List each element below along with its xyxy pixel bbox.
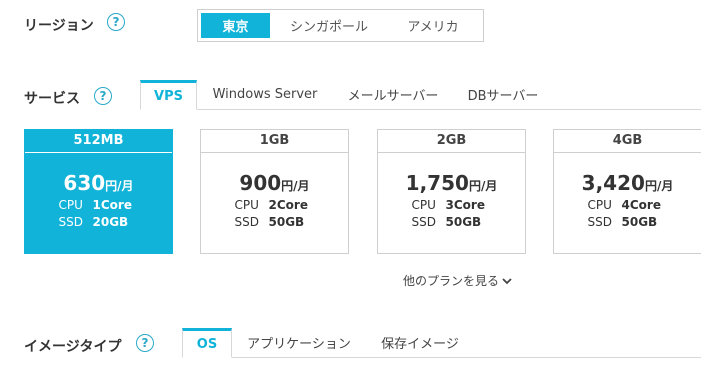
plan-price: 900円/月 <box>201 171 348 195</box>
cpu-label: CPU <box>234 198 259 212</box>
plan-cpu: CPU 1Core <box>25 198 172 212</box>
more-plans-label: 他のプランを見る <box>403 274 500 288</box>
plan-cpu: CPU 3Core <box>378 198 525 212</box>
tab-os[interactable]: OS <box>182 328 232 358</box>
plan-price: 1,750円/月 <box>378 171 525 195</box>
tab-windows-server[interactable]: Windows Server <box>197 79 333 109</box>
image-type-tabs: OS アプリケーション 保存イメージ <box>182 327 701 358</box>
ssd-value: 20GB <box>92 215 129 229</box>
cpu-value: 2Core <box>268 198 308 212</box>
chevron-down-icon <box>502 277 512 284</box>
cpu-value: 1Core <box>92 198 132 212</box>
plan-name: 1GB <box>201 130 348 153</box>
plan-price: 3,420円/月 <box>554 171 701 195</box>
plan-card-2gb[interactable]: 2GB 1,750円/月 CPU 3Core SSD 50GB <box>377 129 526 254</box>
image-type-help-icon[interactable]: ? <box>136 334 154 352</box>
plan-ssd: SSD 50GB <box>554 215 701 229</box>
ssd-value: 50GB <box>445 215 482 229</box>
plan-card-1gb[interactable]: 1GB 900円/月 CPU 2Core SSD 50GB <box>200 129 349 254</box>
ssd-value: 50GB <box>268 215 305 229</box>
region-option-singapore[interactable]: シンガポール <box>270 13 388 38</box>
plan-ssd: SSD 50GB <box>378 215 525 229</box>
region-help-icon[interactable]: ? <box>107 13 125 31</box>
plan-price-unit: 円/月 <box>644 179 674 193</box>
plan-card-512mb[interactable]: 512MB 630円/月 CPU 1Core SSD 20GB <box>24 129 173 254</box>
tab-vps[interactable]: VPS <box>140 80 197 110</box>
tab-saved-image[interactable]: 保存イメージ <box>366 327 474 357</box>
cpu-label: CPU <box>58 198 83 212</box>
region-option-tokyo[interactable]: 東京 <box>201 13 270 38</box>
plan-cpu: CPU 2Core <box>201 198 348 212</box>
cpu-value: 3Core <box>445 198 485 212</box>
plan-price-value: 630 <box>63 171 106 195</box>
ssd-label: SSD <box>411 215 436 229</box>
plan-price-unit: 円/月 <box>468 179 498 193</box>
service-tabs: VPS Windows Server メールサーバー DBサーバー <box>140 79 701 110</box>
region-selector: 東京 シンガポール アメリカ <box>197 9 484 42</box>
region-option-america[interactable]: アメリカ <box>388 13 478 38</box>
tab-db-server[interactable]: DBサーバー <box>453 79 553 109</box>
cpu-label: CPU <box>411 198 436 212</box>
cpu-label: CPU <box>587 198 612 212</box>
ssd-label: SSD <box>587 215 612 229</box>
plan-price-value: 900 <box>239 171 282 195</box>
plan-price-unit: 円/月 <box>281 179 310 193</box>
plan-card-4gb[interactable]: 4GB 3,420円/月 CPU 4Core SSD 50GB <box>553 129 701 254</box>
region-label: リージョン <box>24 18 94 34</box>
ssd-label: SSD <box>58 215 83 229</box>
plan-name: 2GB <box>378 130 525 153</box>
ssd-label: SSD <box>234 215 259 229</box>
plan-ssd: SSD 20GB <box>25 215 172 229</box>
plan-price-value: 1,750 <box>405 171 469 195</box>
plan-ssd: SSD 50GB <box>201 215 348 229</box>
plan-price: 630円/月 <box>25 171 172 195</box>
cpu-value: 4Core <box>621 198 661 212</box>
image-type-label: イメージタイプ <box>24 339 122 355</box>
service-help-icon[interactable]: ? <box>94 87 112 105</box>
plan-name: 4GB <box>554 130 701 153</box>
more-plans-link[interactable]: 他のプランを見る <box>403 272 512 289</box>
tab-mail-server[interactable]: メールサーバー <box>333 79 453 109</box>
ssd-value: 50GB <box>621 215 658 229</box>
service-label: サービス <box>24 91 80 107</box>
tab-application[interactable]: アプリケーション <box>232 327 366 357</box>
plan-price-value: 3,420 <box>581 171 645 195</box>
plan-name: 512MB <box>25 130 172 153</box>
plan-price-unit: 円/月 <box>105 179 134 193</box>
plan-cpu: CPU 4Core <box>554 198 701 212</box>
